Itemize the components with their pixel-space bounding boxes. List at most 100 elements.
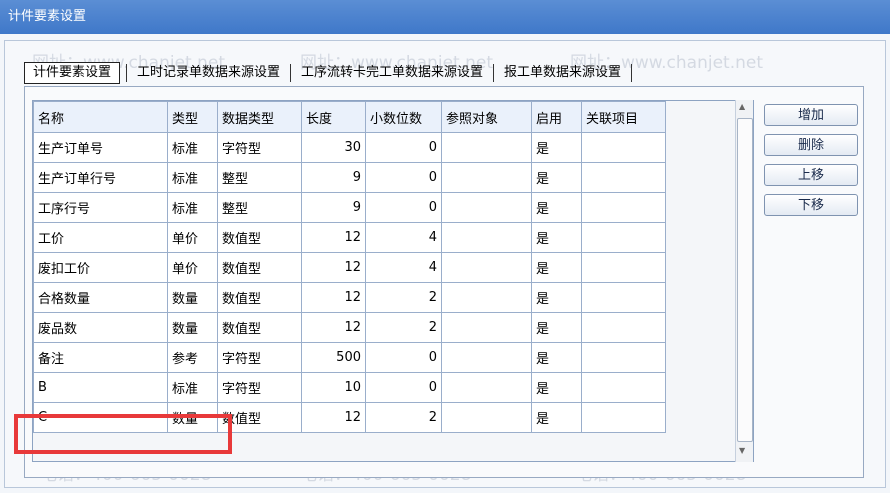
cell-type[interactable]: 数量 bbox=[167, 312, 218, 343]
cell-enabled[interactable]: 是 bbox=[531, 162, 582, 193]
cell-length[interactable]: 10 bbox=[301, 372, 366, 403]
cell-name[interactable]: 生产订单行号 bbox=[33, 162, 168, 193]
cell-decimals[interactable]: 4 bbox=[365, 252, 442, 283]
cell-length[interactable]: 12 bbox=[301, 312, 366, 343]
cell-name[interactable]: 工序行号 bbox=[33, 192, 168, 223]
cell-name[interactable]: 工价 bbox=[33, 222, 168, 253]
column-header-type[interactable]: 类型 bbox=[167, 101, 218, 133]
cell-type[interactable]: 标准 bbox=[167, 192, 218, 223]
table-row[interactable]: 合格数量 数量 数值型 12 2 是 bbox=[33, 282, 666, 313]
cell-related[interactable] bbox=[581, 372, 666, 403]
cell-data-type[interactable]: 数值型 bbox=[217, 312, 302, 343]
cell-related[interactable] bbox=[581, 132, 666, 163]
column-header-reference[interactable]: 参照对象 bbox=[441, 101, 532, 133]
cell-related[interactable] bbox=[581, 282, 666, 313]
cell-reference[interactable] bbox=[441, 402, 532, 433]
tab-process-card-source[interactable]: 工序流转卡完工单数据来源设置 bbox=[293, 63, 491, 83]
cell-reference[interactable] bbox=[441, 282, 532, 313]
cell-length[interactable]: 12 bbox=[301, 282, 366, 313]
cell-type[interactable]: 标准 bbox=[167, 132, 218, 163]
cell-enabled[interactable]: 是 bbox=[531, 132, 582, 163]
cell-data-type[interactable]: 字符型 bbox=[217, 342, 302, 373]
table-row[interactable]: 工价 单价 数值型 12 4 是 bbox=[33, 222, 666, 253]
cell-enabled[interactable]: 是 bbox=[531, 192, 582, 223]
cell-decimals[interactable]: 4 bbox=[365, 222, 442, 253]
cell-length[interactable]: 12 bbox=[301, 222, 366, 253]
cell-name[interactable]: 废品数 bbox=[33, 312, 168, 343]
cell-length[interactable]: 30 bbox=[301, 132, 366, 163]
cell-data-type[interactable]: 数值型 bbox=[217, 222, 302, 253]
cell-type[interactable]: 参考 bbox=[167, 342, 218, 373]
cell-name[interactable]: 废扣工价 bbox=[33, 252, 168, 283]
cell-related[interactable] bbox=[581, 402, 666, 433]
cell-reference[interactable] bbox=[441, 372, 532, 403]
cell-name[interactable]: 合格数量 bbox=[33, 282, 168, 313]
cell-related[interactable] bbox=[581, 192, 666, 223]
cell-enabled[interactable]: 是 bbox=[531, 372, 582, 403]
cell-reference[interactable] bbox=[441, 132, 532, 163]
cell-reference[interactable] bbox=[441, 192, 532, 223]
tab-work-hours-source[interactable]: 工时记录单数据来源设置 bbox=[129, 63, 288, 83]
cell-data-type[interactable]: 字符型 bbox=[217, 372, 302, 403]
cell-enabled[interactable]: 是 bbox=[531, 282, 582, 313]
scroll-up-arrow-icon[interactable]: ▲ bbox=[739, 102, 745, 111]
scrollbar-thumb[interactable] bbox=[737, 118, 753, 442]
move-up-button[interactable]: 上移 bbox=[764, 164, 858, 186]
cell-data-type[interactable]: 整型 bbox=[217, 192, 302, 223]
cell-name[interactable]: B bbox=[33, 372, 168, 403]
cell-name[interactable]: 备注 bbox=[33, 342, 168, 373]
column-header-enabled[interactable]: 启用 bbox=[531, 101, 582, 133]
cell-data-type[interactable]: 字符型 bbox=[217, 132, 302, 163]
cell-related[interactable] bbox=[581, 252, 666, 283]
cell-reference[interactable] bbox=[441, 342, 532, 373]
table-row[interactable]: 生产订单号 标准 字符型 30 0 是 bbox=[33, 132, 666, 163]
cell-related[interactable] bbox=[581, 222, 666, 253]
cell-reference[interactable] bbox=[441, 222, 532, 253]
move-down-button[interactable]: 下移 bbox=[764, 194, 858, 216]
cell-length[interactable]: 12 bbox=[301, 252, 366, 283]
cell-decimals[interactable]: 2 bbox=[365, 282, 442, 313]
cell-data-type[interactable]: 整型 bbox=[217, 162, 302, 193]
cell-enabled[interactable]: 是 bbox=[531, 312, 582, 343]
table-row[interactable]: 生产订单行号 标准 整型 9 0 是 bbox=[33, 162, 666, 193]
cell-related[interactable] bbox=[581, 162, 666, 193]
cell-name[interactable]: 生产订单号 bbox=[33, 132, 168, 163]
table-row[interactable]: B 标准 字符型 10 0 是 bbox=[33, 372, 666, 403]
cell-enabled[interactable]: 是 bbox=[531, 252, 582, 283]
cell-length[interactable]: 9 bbox=[301, 192, 366, 223]
column-header-name[interactable]: 名称 bbox=[33, 101, 168, 133]
column-header-decimals[interactable]: 小数位数 bbox=[365, 101, 442, 133]
cell-enabled[interactable]: 是 bbox=[531, 402, 582, 433]
cell-decimals[interactable]: 0 bbox=[365, 342, 442, 373]
cell-decimals[interactable]: 0 bbox=[365, 162, 442, 193]
cell-data-type[interactable]: 数值型 bbox=[217, 252, 302, 283]
cell-enabled[interactable]: 是 bbox=[531, 222, 582, 253]
tab-piece-element-settings[interactable]: 计件要素设置 bbox=[24, 62, 121, 84]
cell-related[interactable] bbox=[581, 312, 666, 343]
cell-enabled[interactable]: 是 bbox=[531, 342, 582, 373]
cell-data-type[interactable]: 数值型 bbox=[217, 282, 302, 313]
cell-decimals[interactable]: 0 bbox=[365, 372, 442, 403]
add-button[interactable]: 增加 bbox=[764, 104, 858, 126]
delete-button[interactable]: 删除 bbox=[764, 134, 858, 156]
cell-decimals[interactable]: 0 bbox=[365, 192, 442, 223]
cell-related[interactable] bbox=[581, 342, 666, 373]
table-row[interactable]: 备注 参考 字符型 500 0 是 bbox=[33, 342, 666, 373]
cell-type[interactable]: 单价 bbox=[167, 222, 218, 253]
cell-reference[interactable] bbox=[441, 312, 532, 343]
cell-length[interactable]: 9 bbox=[301, 162, 366, 193]
column-header-related[interactable]: 关联项目 bbox=[581, 101, 666, 133]
tab-report-source[interactable]: 报工单数据来源设置 bbox=[496, 63, 629, 83]
grid-vertical-scrollbar[interactable]: ▲ ▼ bbox=[735, 100, 753, 462]
cell-decimals[interactable]: 0 bbox=[365, 132, 442, 163]
column-header-length[interactable]: 长度 bbox=[301, 101, 366, 133]
cell-decimals[interactable]: 2 bbox=[365, 312, 442, 343]
cell-type[interactable]: 单价 bbox=[167, 252, 218, 283]
cell-reference[interactable] bbox=[441, 162, 532, 193]
table-row[interactable]: 工序行号 标准 整型 9 0 是 bbox=[33, 192, 666, 223]
cell-type[interactable]: 标准 bbox=[167, 372, 218, 403]
cell-length[interactable]: 12 bbox=[301, 402, 366, 433]
scroll-down-arrow-icon[interactable]: ▼ bbox=[739, 446, 745, 455]
table-row[interactable]: 废扣工价 单价 数值型 12 4 是 bbox=[33, 252, 666, 283]
table-row[interactable]: 废品数 数量 数值型 12 2 是 bbox=[33, 312, 666, 343]
